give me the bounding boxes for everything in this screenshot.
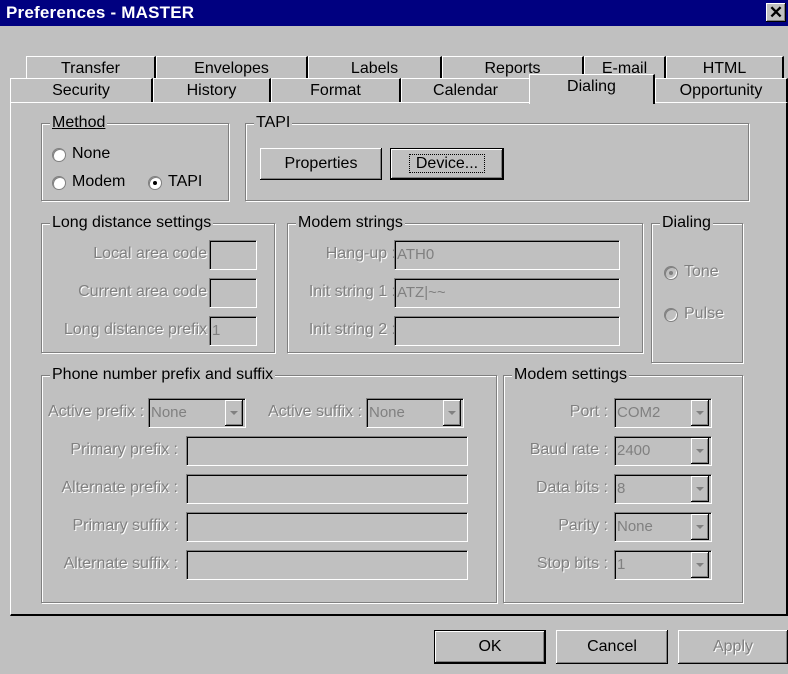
chevron-down-icon[interactable]	[691, 552, 709, 578]
modem-settings-group-label: Modem settings	[512, 365, 629, 385]
long-distance-group: Long distance settings Local area code :…	[41, 213, 275, 353]
tapi-group: TAPI Properties Device...	[245, 113, 749, 201]
chevron-down-icon[interactable]	[691, 476, 709, 502]
current-area-code-field[interactable]	[209, 278, 257, 308]
device-button-label: Device...	[408, 154, 486, 173]
method-group-label: Method	[50, 113, 108, 133]
primary-suffix-label: Primary suffix :	[72, 517, 179, 534]
tapi-group-label: TAPI	[254, 113, 293, 133]
dialing-group-label: Dialing	[660, 213, 713, 233]
data-bits-value: 8	[617, 480, 626, 497]
data-bits-select[interactable]: 8	[614, 474, 712, 504]
alternate-suffix-label: Alternate suffix :	[63, 555, 178, 572]
apply-button[interactable]: Apply	[678, 630, 788, 664]
tab-security[interactable]: Security	[10, 78, 153, 102]
tab-history[interactable]: History	[153, 78, 271, 102]
port-value: COM2	[617, 404, 661, 421]
tab-envelopes[interactable]: Envelopes	[156, 56, 308, 80]
long-distance-prefix-field[interactable]: 1	[209, 316, 257, 346]
primary-prefix-label: Primary prefix :	[70, 441, 178, 458]
tab-transfer[interactable]: Transfer	[26, 56, 156, 80]
phone-prefix-group-label: Phone number prefix and suffix	[50, 365, 276, 385]
tab-labels[interactable]: Labels	[308, 56, 442, 80]
hangup-field[interactable]: ATH0	[394, 240, 620, 270]
baud-rate-label: Baud rate :	[529, 441, 608, 458]
chevron-down-icon[interactable]	[443, 400, 461, 426]
alternate-prefix-field[interactable]	[186, 474, 468, 504]
phone-prefix-group: Phone number prefix and suffix Active pr…	[41, 365, 497, 603]
port-label: Port :	[569, 403, 608, 420]
init-string-1-field[interactable]: ATZ|~~	[394, 278, 620, 308]
dialing-pulse-label: Pulse	[684, 305, 725, 322]
chevron-down-icon[interactable]	[691, 400, 709, 426]
tab-calendar[interactable]: Calendar	[401, 78, 531, 102]
stop-bits-label: Stop bits :	[536, 555, 608, 572]
window-title: Preferences - MASTER	[6, 3, 195, 22]
tab-opportunity[interactable]: Opportunity	[655, 78, 788, 102]
init-string-1-label: Init string 1 :	[308, 283, 396, 300]
active-prefix-value: None	[151, 404, 187, 421]
cancel-button[interactable]: Cancel	[556, 630, 668, 664]
method-tapi-radio[interactable]	[148, 176, 162, 190]
parity-label: Parity :	[558, 517, 608, 534]
parity-value: None	[617, 518, 653, 535]
stop-bits-value: 1	[617, 556, 626, 573]
dialing-pulse-radio[interactable]	[664, 308, 678, 322]
baud-rate-value: 2400	[617, 442, 651, 459]
tab-dialing[interactable]: Dialing	[529, 74, 655, 104]
dialing-tone-radio[interactable]	[664, 266, 678, 280]
tab-html[interactable]: HTML	[666, 56, 784, 80]
modem-strings-group-label: Modem strings	[296, 213, 405, 233]
local-area-code-label: Local area code :	[93, 245, 216, 262]
parity-select[interactable]: None	[614, 512, 712, 542]
active-prefix-label: Active prefix :	[48, 403, 145, 420]
alternate-suffix-field[interactable]	[186, 550, 468, 580]
active-suffix-value: None	[369, 404, 405, 421]
method-modem-label: Modem	[72, 173, 126, 190]
method-group: Method None Modem TAPI	[41, 113, 229, 201]
init-string-2-label: Init string 2 :	[308, 321, 396, 338]
active-suffix-label: Active suffix :	[268, 403, 362, 420]
modem-strings-group: Modem strings Hang-up : ATH0 Init string…	[287, 213, 643, 353]
chevron-down-icon[interactable]	[691, 514, 709, 540]
method-tapi-label: TAPI	[168, 173, 203, 190]
local-area-code-field[interactable]	[209, 240, 257, 270]
init-string-2-field[interactable]	[394, 316, 620, 346]
properties-button[interactable]: Properties	[260, 148, 382, 180]
port-select[interactable]: COM2	[614, 398, 712, 428]
long-distance-prefix-label: Long distance prefix :	[63, 321, 216, 338]
tab-format[interactable]: Format	[271, 78, 401, 102]
title-bar: Preferences - MASTER ✕	[0, 0, 788, 26]
current-area-code-label: Current area code :	[78, 283, 216, 300]
active-suffix-select[interactable]: None	[366, 398, 464, 428]
primary-prefix-field[interactable]	[186, 436, 468, 466]
method-modem-radio[interactable]	[52, 176, 66, 190]
ok-button[interactable]: OK	[434, 630, 546, 664]
dialing-group: Dialing Tone Pulse	[651, 213, 743, 363]
active-prefix-select[interactable]: None	[148, 398, 246, 428]
long-distance-group-label: Long distance settings	[50, 213, 214, 233]
dialing-panel: Method None Modem TAPI TAPI Properties D…	[10, 102, 788, 616]
chevron-down-icon[interactable]	[691, 438, 709, 464]
modem-settings-group: Modem settings Port : COM2 Baud rate : 2…	[503, 365, 743, 603]
primary-suffix-field[interactable]	[186, 512, 468, 542]
device-button[interactable]: Device...	[390, 148, 504, 180]
stop-bits-select[interactable]: 1	[614, 550, 712, 580]
chevron-down-icon[interactable]	[225, 400, 243, 426]
method-none-radio[interactable]	[52, 148, 66, 162]
dialing-tone-label: Tone	[684, 263, 719, 280]
hangup-label: Hang-up :	[325, 245, 396, 262]
data-bits-label: Data bits :	[535, 479, 608, 496]
alternate-prefix-label: Alternate prefix :	[61, 479, 179, 496]
method-none-label: None	[72, 145, 111, 162]
baud-rate-select[interactable]: 2400	[614, 436, 712, 466]
close-button[interactable]: ✕	[766, 3, 786, 22]
